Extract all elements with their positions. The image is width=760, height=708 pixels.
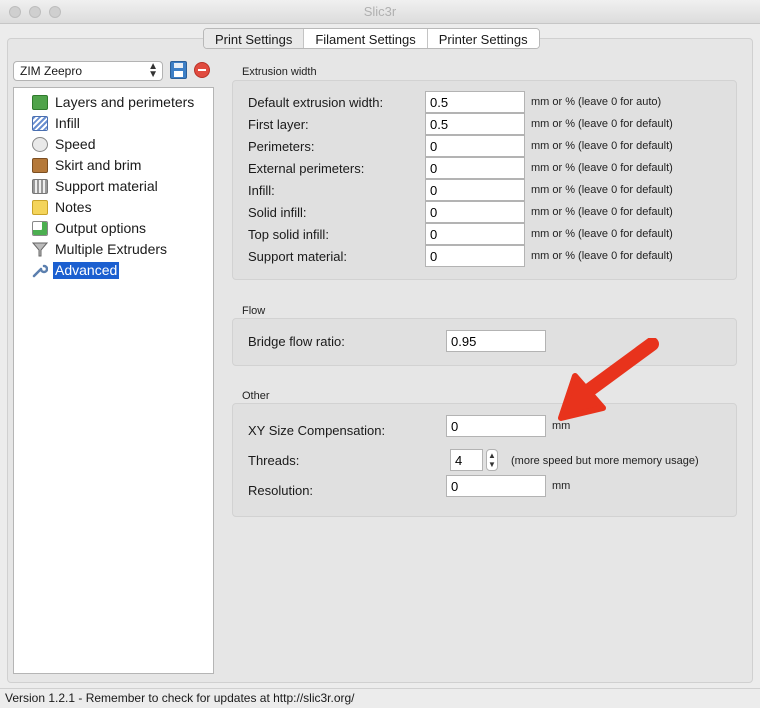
sidebar-item-label: Output options [55, 220, 147, 236]
first-layer-label: First layer: [248, 117, 309, 132]
funnel-icon [31, 242, 49, 257]
infill-label: Infill: [248, 183, 275, 198]
top-solid-infill-label: Top solid infill: [248, 227, 329, 242]
skirt-icon [32, 158, 48, 173]
sidebar-item-infill[interactable]: Infill [32, 114, 82, 133]
support-material-hint: mm or % (leave 0 for default) [531, 250, 673, 262]
chevron-updown-icon: ▲ ▼ [148, 61, 158, 80]
threads-input[interactable] [450, 449, 483, 471]
notes-icon [32, 200, 48, 215]
top-solid-infill-hint: mm or % (leave 0 for default) [531, 228, 673, 240]
group-title-extrusion-width: Extrusion width [242, 66, 317, 78]
external-perimeters-label: External perimeters: [248, 161, 365, 176]
wrench-icon [32, 263, 49, 278]
sidebar-item-notes[interactable]: Notes [32, 198, 94, 217]
sidebar-item-label: Support material [55, 178, 158, 194]
delete-preset-icon[interactable] [194, 62, 210, 78]
sidebar-item-skirt-and-brim[interactable]: Skirt and brim [32, 156, 143, 175]
support-material-label: Support material: [248, 249, 347, 264]
sidebar-item-speed[interactable]: Speed [32, 135, 97, 154]
group-title-other: Other [242, 390, 270, 402]
title-bar: Slic3r [0, 0, 760, 24]
status-bar: Version 1.2.1 - Remember to check for up… [0, 688, 760, 708]
save-preset-icon[interactable] [170, 61, 187, 79]
sidebar-item-support-material[interactable]: Support material [32, 177, 160, 196]
external-perimeters-input[interactable] [425, 157, 525, 179]
infill-hint: mm or % (leave 0 for default) [531, 184, 673, 196]
settings-tabs: Print Settings Filament Settings Printer… [203, 28, 540, 49]
infill-icon [32, 116, 48, 131]
tab-print-settings[interactable]: Print Settings [204, 29, 305, 48]
perimeters-hint: mm or % (leave 0 for default) [531, 140, 673, 152]
support-icon [32, 179, 48, 194]
sidebar-item-label: Skirt and brim [55, 157, 142, 173]
resolution-unit: mm [552, 480, 571, 492]
resolution-label: Resolution: [248, 483, 314, 498]
solid-infill-label: Solid infill: [248, 205, 307, 220]
group-title-flow: Flow [242, 305, 266, 317]
annotation-arrow-icon [558, 338, 659, 421]
support-material-input[interactable] [425, 245, 525, 267]
bridge-flow-ratio-input[interactable] [446, 330, 546, 352]
tab-printer-settings[interactable]: Printer Settings [427, 29, 539, 48]
threads-stepper[interactable]: ▲ ▼ [486, 449, 498, 471]
first-layer-input[interactable] [425, 113, 525, 135]
sidebar-item-label: Notes [55, 199, 92, 215]
default-extrusion-width-hint: mm or % (leave 0 for auto) [531, 96, 662, 108]
infill-input[interactable] [425, 179, 525, 201]
sidebar-item-label: Speed [55, 136, 96, 152]
preset-select-value: ZIM Zeepro [20, 64, 83, 78]
sidebar-item-label: Advanced [53, 262, 120, 279]
external-perimeters-hint: mm or % (leave 0 for default) [531, 162, 673, 174]
settings-tree [13, 87, 214, 674]
preset-select[interactable]: ZIM Zeepro ▲ ▼ [13, 61, 163, 81]
sidebar-item-label: Multiple Extruders [55, 241, 168, 257]
sidebar-item-label: Infill [55, 115, 80, 131]
window-title: Slic3r [363, 4, 397, 19]
output-icon [32, 221, 48, 236]
sidebar-item-layers-and-perimeters[interactable]: Layers and perimeters [32, 93, 196, 112]
threads-hint: (more speed but more memory usage) [511, 455, 699, 467]
default-extrusion-width-label: Default extrusion width: [248, 95, 384, 110]
sidebar-item-advanced[interactable]: Advanced [32, 261, 120, 280]
first-layer-hint: mm or % (leave 0 for default) [531, 118, 673, 130]
sidebar-item-label: Layers and perimeters [55, 94, 195, 110]
speed-icon [32, 137, 48, 152]
default-extrusion-width-input[interactable] [425, 91, 525, 113]
perimeters-label: Perimeters: [248, 139, 315, 154]
solid-infill-hint: mm or % (leave 0 for default) [531, 206, 673, 218]
top-solid-infill-input[interactable] [425, 223, 525, 245]
solid-infill-input[interactable] [425, 201, 525, 223]
sidebar-item-multiple-extruders[interactable]: Multiple Extruders [31, 240, 169, 259]
resolution-input[interactable] [446, 475, 546, 497]
bridge-flow-ratio-label: Bridge flow ratio: [248, 334, 345, 349]
xy-size-compensation-input[interactable] [446, 415, 546, 437]
sidebar-item-output-options[interactable]: Output options [32, 219, 148, 238]
perimeters-input[interactable] [425, 135, 525, 157]
threads-label: Threads: [248, 453, 300, 468]
layers-icon [32, 95, 48, 110]
status-text: Version 1.2.1 - Remember to check for up… [5, 691, 355, 705]
tab-filament-settings[interactable]: Filament Settings [304, 29, 428, 48]
xy-size-compensation-label: XY Size Compensation: [248, 423, 386, 438]
